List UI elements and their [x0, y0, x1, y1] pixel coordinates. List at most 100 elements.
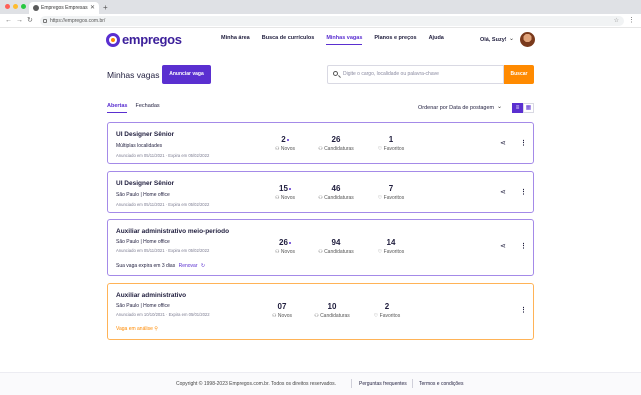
new-tab-icon[interactable]: + [103, 2, 108, 14]
new-count: 26 [279, 238, 288, 247]
list-view-icon[interactable]: ≡ [512, 103, 523, 113]
job-title[interactable]: Auxiliar administrativo [116, 292, 186, 299]
new-count: 15 [279, 184, 288, 193]
browser-menu-icon[interactable]: ⋮ [628, 14, 635, 28]
footer-divider [412, 379, 413, 388]
job-card[interactable]: UI Designer Sênior São Paulo | Home offi… [107, 171, 534, 213]
new-label: Novos [280, 146, 296, 152]
applications-icon: ⚇ [318, 249, 323, 255]
applications-label: Candidaturas [324, 195, 354, 201]
status-badge: Vaga em análise ⚲ [116, 326, 158, 332]
more-options-icon[interactable]: ⋮ [520, 306, 527, 314]
user-greeting[interactable]: Olá, Suzy! [480, 37, 507, 43]
more-options-icon[interactable]: ⋮ [520, 188, 527, 196]
tab-title: Empregos Empresas [41, 5, 88, 11]
applications-label: Candidaturas [324, 146, 354, 152]
url-field[interactable]: https://empregos.com.br/ ☆ [40, 16, 624, 26]
job-card[interactable]: UI Designer Sênior Múltiplas localidades… [107, 122, 534, 164]
applications-stat[interactable]: 94 ⚇ Candidaturas [311, 238, 361, 255]
share-icon[interactable]: ⋖ [500, 139, 506, 147]
status-tabs: Abertas Fechadas [107, 103, 160, 113]
maximize-window-button[interactable] [21, 4, 26, 9]
share-icon[interactable]: ⋖ [500, 188, 506, 196]
favicon-icon [33, 5, 39, 11]
favorites-stat[interactable]: 2 ♡ Favoritos [362, 302, 412, 319]
site-header: empregos Minha área Busca de currículos … [0, 28, 641, 52]
new-label: Novos [277, 313, 293, 319]
nav-minha-area[interactable]: Minha área [221, 35, 250, 45]
job-location: Múltiplas localidades [116, 143, 163, 149]
new-dot-icon [288, 187, 291, 190]
job-title[interactable]: UI Designer Sênior [116, 131, 174, 138]
job-card[interactable]: Auxiliar administrativo meio-período São… [107, 219, 534, 276]
users-icon: ⚇ [274, 249, 280, 255]
minimize-window-button[interactable] [13, 4, 18, 9]
sort-select[interactable]: Ordenar por Data de postagem [418, 105, 494, 111]
applications-count: 94 [331, 238, 341, 247]
nav-ajuda[interactable]: Ajuda [429, 35, 444, 45]
applications-label: Candidaturas [324, 249, 354, 255]
terms-link[interactable]: Termos e condições [419, 381, 463, 387]
renew-link[interactable]: Renovar [179, 263, 198, 269]
close-tab-icon[interactable]: ✕ [90, 2, 95, 14]
share-icon[interactable]: ⋖ [500, 242, 506, 250]
applications-icon: ⚇ [314, 313, 319, 319]
applications-icon: ⚇ [318, 195, 323, 201]
chevron-down-icon[interactable]: ⌄ [497, 103, 502, 110]
applications-stat[interactable]: 26 ⚇ Candidaturas [311, 135, 361, 152]
job-location: São Paulo | Home office [116, 239, 170, 245]
favorites-label: Favoritos [383, 195, 405, 201]
forward-icon[interactable]: → [16, 14, 23, 28]
job-title[interactable]: UI Designer Sênior [116, 180, 174, 187]
favorites-stat[interactable]: 7 ♡ Favoritos [366, 184, 416, 201]
search-input[interactable]: Digite o cargo, localidade ou palavra-ch… [327, 65, 504, 84]
close-window-button[interactable] [5, 4, 10, 9]
favorites-label: Favoritos [383, 146, 405, 152]
logo[interactable]: empregos [106, 32, 182, 47]
new-label: Novos [280, 249, 296, 255]
footer-divider [351, 379, 352, 388]
job-location: São Paulo | Home office [116, 192, 170, 198]
main-nav: Minha área Busca de currículos Minhas va… [221, 35, 444, 45]
job-dates: Anunciado em 10/10/2021 · Expira em 05/0… [116, 312, 210, 317]
applications-count: 46 [331, 184, 341, 193]
browser-tab[interactable]: Empregos Empresas ✕ [29, 2, 99, 14]
chevron-down-icon[interactable]: ⌄ [509, 35, 514, 42]
new-count: 2 [281, 135, 286, 144]
browser-tab-bar: Empregos Empresas ✕ + [0, 0, 641, 14]
new-stat[interactable]: 15 ⚇ Novos [260, 184, 310, 201]
new-dot-icon [286, 138, 289, 141]
more-options-icon[interactable]: ⋮ [520, 242, 527, 250]
nav-busca-curriculos[interactable]: Busca de currículos [262, 35, 315, 45]
job-card-pending[interactable]: Auxiliar administrativo São Paulo | Home… [107, 283, 534, 340]
new-dot-icon [288, 241, 291, 244]
new-stat[interactable]: 2 ⚇ Novos [260, 135, 310, 152]
nav-planos-precos[interactable]: Planos e preços [374, 35, 416, 45]
job-dates: Anunciado em 05/11/2021 · Expira em 05/0… [116, 248, 210, 253]
refresh-icon[interactable]: ↻ [201, 263, 205, 269]
reload-icon[interactable]: ↻ [27, 14, 33, 28]
new-label: Novos [280, 195, 296, 201]
avatar[interactable] [520, 32, 535, 47]
users-icon: ⚇ [274, 195, 280, 201]
nav-minhas-vagas[interactable]: Minhas vagas [326, 35, 363, 45]
more-options-icon[interactable]: ⋮ [520, 139, 527, 147]
site-footer: Copyright © 1998-2023 Empregos.com.br. T… [0, 372, 641, 395]
applications-stat[interactable]: 10 ⚇ Candidaturas [307, 302, 357, 319]
bookmark-star-icon[interactable]: ☆ [614, 16, 619, 26]
grid-view-icon[interactable]: ▦ [523, 103, 534, 113]
new-stat[interactable]: 07 ⚇ Novos [257, 302, 307, 319]
tab-abertas[interactable]: Abertas [107, 103, 128, 113]
job-title[interactable]: Auxiliar administrativo meio-período [116, 228, 229, 235]
back-icon[interactable]: ← [5, 14, 12, 28]
applications-stat[interactable]: 46 ⚇ Candidaturas [311, 184, 361, 201]
tab-fechadas[interactable]: Fechadas [135, 103, 159, 113]
search-button[interactable]: Buscar [504, 65, 534, 84]
applications-count: 26 [331, 135, 341, 144]
job-dates: Anunciado em 05/11/2021 · Expira em 05/0… [116, 202, 210, 207]
faq-link[interactable]: Perguntas frequentes [359, 381, 407, 387]
favorites-stat[interactable]: 14 ♡ Favoritos [366, 238, 416, 255]
new-stat[interactable]: 26 ⚇ Novos [260, 238, 310, 255]
post-job-button[interactable]: Anunciar vaga [162, 65, 211, 84]
favorites-stat[interactable]: 1 ♡ Favoritos [366, 135, 416, 152]
